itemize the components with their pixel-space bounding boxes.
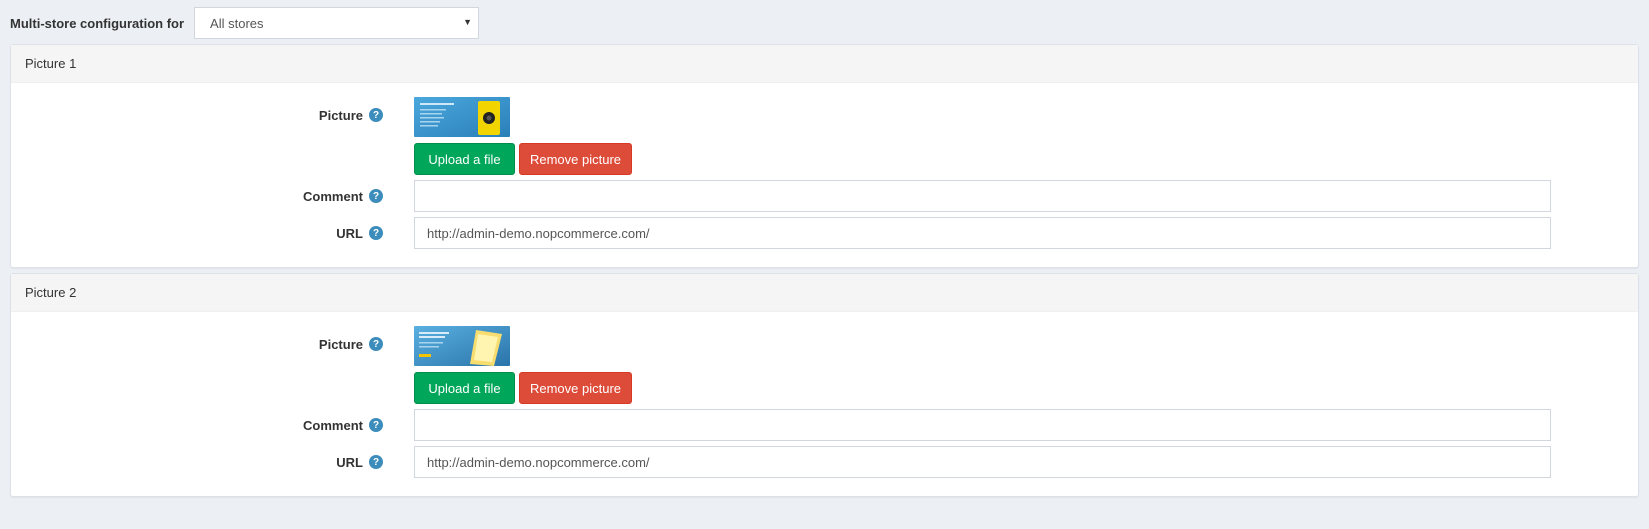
panel-heading[interactable]: Picture 1 (11, 45, 1638, 83)
store-config-label: Multi-store configuration for (10, 15, 185, 31)
store-select[interactable]: All stores ▼ (194, 7, 480, 39)
panel-title: Picture 1 (25, 56, 77, 71)
picture-panel-1: Picture 1 Picture ? Upload a file Remove… (10, 44, 1639, 268)
picture-label: Picture ? (11, 105, 383, 125)
comment-label: Comment ? (11, 415, 383, 435)
help-icon[interactable]: ? (369, 337, 383, 351)
store-config-bar: Multi-store configuration for All stores… (10, 7, 480, 39)
help-icon[interactable]: ? (369, 189, 383, 203)
url-input[interactable]: http://admin-demo.nopcommerce.com/ (414, 217, 1551, 249)
upload-file-button[interactable]: Upload a file (414, 143, 515, 175)
comment-input[interactable] (414, 409, 1551, 441)
help-icon[interactable]: ? (369, 108, 383, 122)
picture-thumbnail (414, 326, 510, 366)
help-icon[interactable]: ? (369, 226, 383, 240)
panel-title: Picture 2 (25, 285, 77, 300)
picture-label: Picture ? (11, 334, 383, 354)
help-icon[interactable]: ? (369, 418, 383, 432)
remove-picture-button[interactable]: Remove picture (519, 143, 632, 175)
comment-label: Comment ? (11, 186, 383, 206)
panel-heading[interactable]: Picture 2 (11, 274, 1638, 312)
picture-panel-2: Picture 2 Picture ? Upload a file Remove… (10, 273, 1639, 497)
url-label: URL ? (11, 452, 383, 472)
picture-thumbnail (414, 97, 510, 137)
remove-picture-button[interactable]: Remove picture (519, 372, 632, 404)
chevron-down-icon: ▼ (463, 17, 473, 27)
comment-input[interactable] (414, 180, 1551, 212)
upload-file-button[interactable]: Upload a file (414, 372, 515, 404)
help-icon[interactable]: ? (369, 455, 383, 469)
url-label: URL ? (11, 223, 383, 243)
url-input[interactable]: http://admin-demo.nopcommerce.com/ (414, 446, 1551, 478)
store-select-value: All stores (210, 15, 264, 31)
